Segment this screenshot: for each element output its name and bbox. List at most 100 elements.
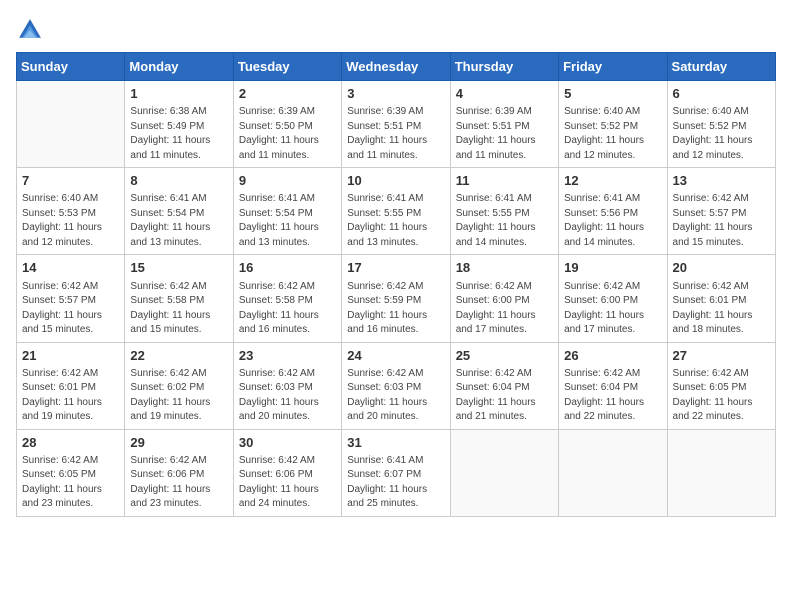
day-info: Sunrise: 6:42 AMSunset: 5:58 PMDaylight:… xyxy=(130,280,227,338)
day-cell xyxy=(667,429,775,516)
day-cell: 15 Sunrise: 6:42 AMSunset: 5:58 PMDayligh… xyxy=(125,255,233,342)
day-info: Sunrise: 6:40 AMSunset: 5:52 PMDaylight:… xyxy=(673,105,770,163)
day-number: 7 xyxy=(22,172,119,190)
day-info: Sunrise: 6:42 AMSunset: 6:03 PMDaylight:… xyxy=(347,367,444,425)
day-info: Sunrise: 6:41 AMSunset: 6:07 PMDaylight:… xyxy=(347,454,444,512)
day-info: Sunrise: 6:42 AMSunset: 5:58 PMDaylight:… xyxy=(239,280,336,338)
day-info: Sunrise: 6:42 AMSunset: 6:05 PMDaylight:… xyxy=(673,367,770,425)
day-cell xyxy=(559,429,667,516)
day-cell: 28Sunrise: 6:42 AMSunset: 6:05 PMDayligh… xyxy=(17,429,125,516)
day-info: Sunrise: 6:42 AMSunset: 5:57 PMDaylight:… xyxy=(22,280,119,338)
day-info: Sunrise: 6:39 AMSunset: 5:50 PMDaylight:… xyxy=(239,105,336,163)
day-cell: 21Sunrise: 6:42 AMSunset: 6:01 PMDayligh… xyxy=(17,342,125,429)
day-number: 9 xyxy=(239,172,336,190)
day-number: 20 xyxy=(673,259,770,277)
day-number: 28 xyxy=(22,434,119,452)
day-cell: 7 Sunrise: 6:40 AMSunset: 5:53 PMDaylight… xyxy=(17,168,125,255)
day-cell: 1Sunrise: 6:38 AMSunset: 5:49 PMDaylight… xyxy=(125,81,233,168)
header-tuesday: Tuesday xyxy=(233,53,341,81)
day-info: Sunrise: 6:40 AMSunset: 5:53 PMDaylight:… xyxy=(22,192,119,250)
day-cell: 9 Sunrise: 6:41 AMSunset: 5:54 PMDaylight… xyxy=(233,168,341,255)
day-number: 24 xyxy=(347,347,444,365)
header-saturday: Saturday xyxy=(667,53,775,81)
day-info: Sunrise: 6:41 AMSunset: 5:54 PMDaylight:… xyxy=(130,192,227,250)
day-info: Sunrise: 6:41 AMSunset: 5:54 PMDaylight:… xyxy=(239,192,336,250)
week-row-2: 7 Sunrise: 6:40 AMSunset: 5:53 PMDaylight… xyxy=(17,168,776,255)
day-info: Sunrise: 6:42 AMSunset: 6:06 PMDaylight:… xyxy=(130,454,227,512)
header-friday: Friday xyxy=(559,53,667,81)
day-cell: 26 Sunrise: 6:42 AMSunset: 6:04 PMDayligh… xyxy=(559,342,667,429)
day-cell: 31 Sunrise: 6:41 AMSunset: 6:07 PMDayligh… xyxy=(342,429,450,516)
week-row-1: 1Sunrise: 6:38 AMSunset: 5:49 PMDaylight… xyxy=(17,81,776,168)
day-cell: 11 Sunrise: 6:41 AMSunset: 5:55 PMDayligh… xyxy=(450,168,558,255)
day-info: Sunrise: 6:42 AMSunset: 6:04 PMDaylight:… xyxy=(564,367,661,425)
day-cell: 20 Sunrise: 6:42 AMSunset: 6:01 PMDayligh… xyxy=(667,255,775,342)
day-cell: 29 Sunrise: 6:42 AMSunset: 6:06 PMDayligh… xyxy=(125,429,233,516)
day-number: 5 xyxy=(564,85,661,103)
day-info: Sunrise: 6:39 AMSunset: 5:51 PMDaylight:… xyxy=(456,105,553,163)
day-cell: 17Sunrise: 6:42 AMSunset: 5:59 PMDayligh… xyxy=(342,255,450,342)
day-info: Sunrise: 6:41 AMSunset: 5:55 PMDaylight:… xyxy=(347,192,444,250)
header-sunday: Sunday xyxy=(17,53,125,81)
day-number: 25 xyxy=(456,347,553,365)
page-header xyxy=(16,16,776,44)
day-info: Sunrise: 6:42 AMSunset: 5:57 PMDaylight:… xyxy=(673,192,770,250)
day-cell: 3Sunrise: 6:39 AMSunset: 5:51 PMDaylight… xyxy=(342,81,450,168)
day-number: 4 xyxy=(456,85,553,103)
logo-icon xyxy=(16,16,44,44)
day-number: 27 xyxy=(673,347,770,365)
calendar-body: 1Sunrise: 6:38 AMSunset: 5:49 PMDaylight… xyxy=(17,81,776,517)
day-cell: 5 Sunrise: 6:40 AMSunset: 5:52 PMDaylight… xyxy=(559,81,667,168)
day-number: 19 xyxy=(564,259,661,277)
day-number: 14 xyxy=(22,259,119,277)
day-info: Sunrise: 6:42 AMSunset: 6:01 PMDaylight:… xyxy=(673,280,770,338)
day-cell: 10Sunrise: 6:41 AMSunset: 5:55 PMDayligh… xyxy=(342,168,450,255)
day-number: 26 xyxy=(564,347,661,365)
day-info: Sunrise: 6:42 AMSunset: 6:04 PMDaylight:… xyxy=(456,367,553,425)
day-number: 3 xyxy=(347,85,444,103)
week-row-5: 28Sunrise: 6:42 AMSunset: 6:05 PMDayligh… xyxy=(17,429,776,516)
day-number: 23 xyxy=(239,347,336,365)
day-number: 15 xyxy=(130,259,227,277)
header-wednesday: Wednesday xyxy=(342,53,450,81)
day-number: 8 xyxy=(130,172,227,190)
day-info: Sunrise: 6:42 AMSunset: 6:02 PMDaylight:… xyxy=(130,367,227,425)
day-cell: 8 Sunrise: 6:41 AMSunset: 5:54 PMDaylight… xyxy=(125,168,233,255)
calendar-table: SundayMondayTuesdayWednesdayThursdayFrid… xyxy=(16,52,776,517)
day-number: 16 xyxy=(239,259,336,277)
day-cell: 13Sunrise: 6:42 AMSunset: 5:57 PMDayligh… xyxy=(667,168,775,255)
week-row-4: 21Sunrise: 6:42 AMSunset: 6:01 PMDayligh… xyxy=(17,342,776,429)
day-number: 2 xyxy=(239,85,336,103)
header-row: SundayMondayTuesdayWednesdayThursdayFrid… xyxy=(17,53,776,81)
day-cell: 12 Sunrise: 6:41 AMSunset: 5:56 PMDayligh… xyxy=(559,168,667,255)
day-cell: 19 Sunrise: 6:42 AMSunset: 6:00 PMDayligh… xyxy=(559,255,667,342)
day-number: 1 xyxy=(130,85,227,103)
day-cell: 6Sunrise: 6:40 AMSunset: 5:52 PMDaylight… xyxy=(667,81,775,168)
header-monday: Monday xyxy=(125,53,233,81)
day-info: Sunrise: 6:41 AMSunset: 5:56 PMDaylight:… xyxy=(564,192,661,250)
day-cell: 23 Sunrise: 6:42 AMSunset: 6:03 PMDayligh… xyxy=(233,342,341,429)
day-cell xyxy=(450,429,558,516)
day-number: 11 xyxy=(456,172,553,190)
day-info: Sunrise: 6:41 AMSunset: 5:55 PMDaylight:… xyxy=(456,192,553,250)
day-cell: 2 Sunrise: 6:39 AMSunset: 5:50 PMDaylight… xyxy=(233,81,341,168)
day-number: 12 xyxy=(564,172,661,190)
day-info: Sunrise: 6:42 AMSunset: 6:03 PMDaylight:… xyxy=(239,367,336,425)
day-cell: 14 Sunrise: 6:42 AMSunset: 5:57 PMDayligh… xyxy=(17,255,125,342)
day-info: Sunrise: 6:42 AMSunset: 6:00 PMDaylight:… xyxy=(456,280,553,338)
day-cell: 22 Sunrise: 6:42 AMSunset: 6:02 PMDayligh… xyxy=(125,342,233,429)
day-info: Sunrise: 6:42 AMSunset: 6:01 PMDaylight:… xyxy=(22,367,119,425)
day-cell xyxy=(17,81,125,168)
day-number: 31 xyxy=(347,434,444,452)
day-cell: 18Sunrise: 6:42 AMSunset: 6:00 PMDayligh… xyxy=(450,255,558,342)
day-info: Sunrise: 6:42 AMSunset: 5:59 PMDaylight:… xyxy=(347,280,444,338)
calendar-header: SundayMondayTuesdayWednesdayThursdayFrid… xyxy=(17,53,776,81)
day-cell: 30Sunrise: 6:42 AMSunset: 6:06 PMDayligh… xyxy=(233,429,341,516)
day-info: Sunrise: 6:40 AMSunset: 5:52 PMDaylight:… xyxy=(564,105,661,163)
day-cell: 25 Sunrise: 6:42 AMSunset: 6:04 PMDayligh… xyxy=(450,342,558,429)
day-cell: 4 Sunrise: 6:39 AMSunset: 5:51 PMDaylight… xyxy=(450,81,558,168)
day-number: 22 xyxy=(130,347,227,365)
day-number: 29 xyxy=(130,434,227,452)
day-info: Sunrise: 6:42 AMSunset: 6:00 PMDaylight:… xyxy=(564,280,661,338)
header-thursday: Thursday xyxy=(450,53,558,81)
